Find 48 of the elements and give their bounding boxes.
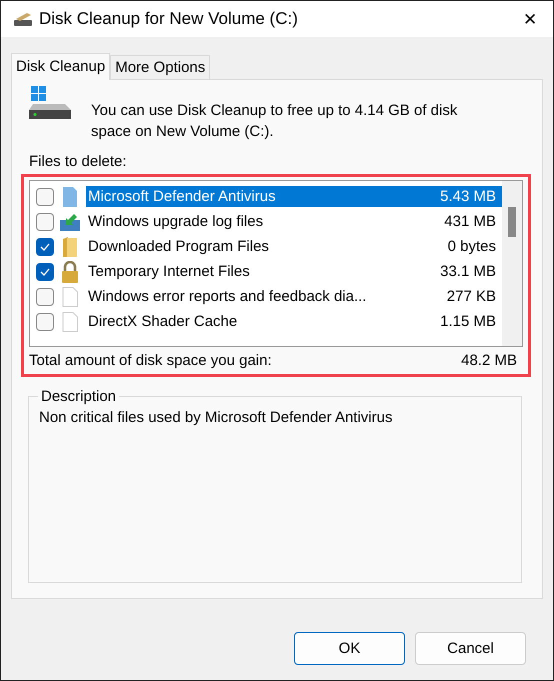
description-text: Non critical files used by Microsoft Defender Antivirus (39, 409, 392, 426)
file-name: Windows upgrade log files (88, 213, 264, 230)
file-size: 431 MB (444, 213, 496, 230)
file-list-item[interactable]: Microsoft Defender Antivirus 5.43 MB (86, 186, 502, 207)
checkbox[interactable] (36, 312, 54, 330)
scrollbar-thumb[interactable] (508, 207, 516, 237)
drive-icon (29, 86, 71, 120)
check-icon (40, 268, 50, 276)
checkbox[interactable] (36, 288, 54, 306)
file-icon (60, 186, 80, 206)
file-name: Temporary Internet Files (88, 263, 250, 280)
intro-text: You can use Disk Cleanup to free up to 4.14 GB of disk space on New Volume (C:). (91, 101, 458, 142)
ok-button[interactable]: OK (294, 632, 405, 665)
file-list-item[interactable]: Downloaded Program Files 0 bytes (86, 236, 502, 257)
cancel-button[interactable]: Cancel (415, 632, 526, 665)
folder-icon (60, 236, 80, 256)
tab[interactable]: Disk Cleanup (11, 53, 110, 80)
padlock-icon (60, 260, 80, 282)
close-button[interactable]: ✕ (507, 1, 553, 37)
file-icon (60, 312, 80, 332)
scrollbar[interactable] (502, 181, 522, 346)
files-label: Files to delete: (29, 153, 128, 170)
total-label: Total amount of disk space you gain: (29, 352, 272, 369)
checkbox[interactable] (36, 238, 54, 256)
file-list-item[interactable]: Temporary Internet Files 33.1 MB (86, 261, 502, 282)
broom-drive-icon (13, 10, 33, 28)
tab[interactable]: More Options (110, 55, 210, 79)
file-list-item[interactable]: DirectX Shader Cache 1.15 MB (86, 311, 502, 332)
description-title: Description (40, 388, 118, 405)
file-size: 33.1 MB (440, 263, 496, 280)
file-size: 277 KB (446, 288, 496, 305)
file-icon (60, 286, 80, 306)
file-name: Windows error reports and feedback dia... (88, 288, 366, 305)
window-title: Disk Cleanup for New Volume (C:) (39, 9, 299, 29)
file-size: 0 bytes (448, 238, 496, 255)
total-value: 48.2 MB (461, 352, 517, 369)
checkbox[interactable] (36, 212, 54, 230)
file-name: Microsoft Defender Antivirus (88, 188, 276, 205)
file-name: Downloaded Program Files (88, 238, 269, 255)
file-size: 1.15 MB (440, 313, 496, 330)
file-list-item[interactable]: Windows upgrade log files 431 MB (86, 211, 502, 232)
file-size: 5.43 MB (440, 188, 496, 205)
checkbox[interactable] (36, 188, 54, 206)
file-list-item[interactable]: Windows error reports and feedback dia... 277 KB (86, 286, 502, 307)
check-icon (40, 242, 50, 250)
file-name: DirectX Shader Cache (88, 313, 238, 330)
download-arrow-icon (60, 212, 80, 232)
checkbox[interactable] (36, 262, 54, 280)
